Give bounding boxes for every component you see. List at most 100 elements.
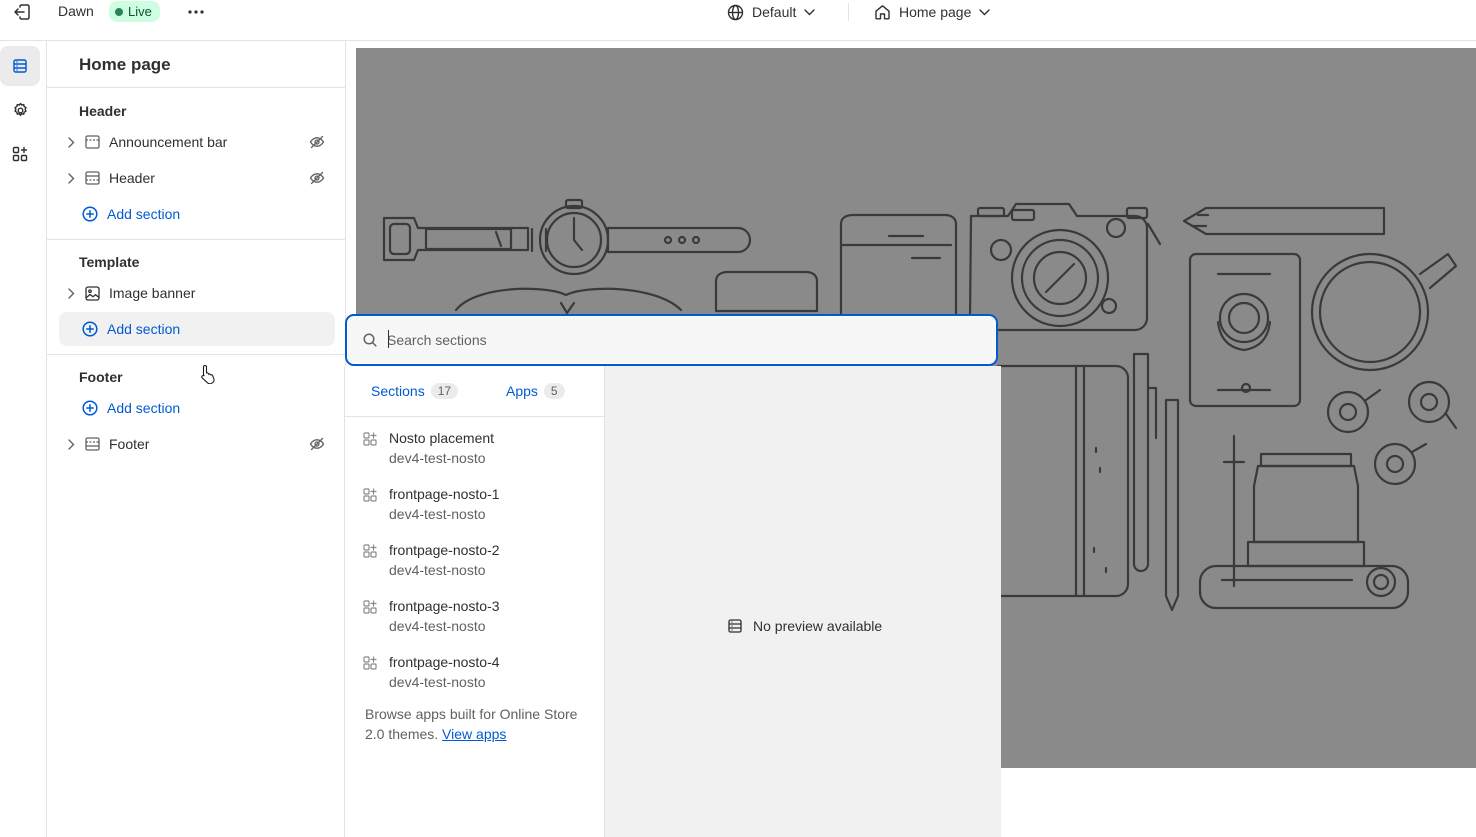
app-block-icon <box>363 656 377 670</box>
chevron-down-icon <box>804 8 816 16</box>
chevron-right-icon[interactable] <box>61 438 81 450</box>
more-horizontal-icon <box>188 10 204 14</box>
list-item[interactable]: Nosto placement dev4-test-nosto <box>361 430 593 480</box>
list-item[interactable]: frontpage-nosto-1 dev4-test-nosto <box>361 486 593 536</box>
eye-hidden-icon[interactable] <box>307 437 327 451</box>
chevron-right-icon[interactable] <box>61 136 81 148</box>
section-picker: Sections 17 Apps 5 Nosto placement dev4-… <box>344 366 1001 837</box>
count-badge: 5 <box>543 383 565 399</box>
add-section-label: Add section <box>107 206 181 222</box>
plus-circle-icon <box>79 400 101 416</box>
topbar-divider <box>848 3 849 21</box>
section-row-label: Announcement bar <box>109 134 228 150</box>
sections-icon <box>12 58 28 74</box>
search-input[interactable] <box>387 328 977 352</box>
apps-icon <box>12 146 28 162</box>
add-section-label: Add section <box>107 400 181 416</box>
add-section-button-footer[interactable]: Add section <box>59 391 335 425</box>
tab-sections[interactable]: Sections 17 <box>371 383 459 399</box>
item-name: frontpage-nosto-2 <box>389 542 500 558</box>
no-preview-label: No preview available <box>753 618 883 634</box>
context-selector[interactable]: Default <box>727 1 816 23</box>
plus-circle-icon <box>79 206 101 222</box>
item-name: Nosto placement <box>389 430 495 446</box>
item-name: frontpage-nosto-1 <box>389 486 500 502</box>
more-actions-button[interactable] <box>184 1 208 23</box>
apps-nav-button[interactable] <box>0 134 40 174</box>
tab-apps[interactable]: Apps 5 <box>506 383 565 399</box>
browse-apps-text: Browse apps built for Online Store 2.0 t… <box>365 704 590 744</box>
picker-tabs: Sections 17 Apps 5 <box>345 366 605 417</box>
item-source: dev4-test-nosto <box>389 450 486 466</box>
add-section-button-template[interactable]: Add section <box>59 312 335 346</box>
list-item[interactable]: frontpage-nosto-2 dev4-test-nosto <box>361 542 593 592</box>
tab-label: Sections <box>371 383 425 399</box>
image-icon <box>81 285 103 301</box>
section-layout-icon <box>81 135 103 149</box>
nav-rail <box>0 41 47 837</box>
plus-circle-icon <box>79 321 101 337</box>
group-title-footer: Footer <box>79 369 123 385</box>
item-name: frontpage-nosto-3 <box>389 598 500 614</box>
section-layout-icon <box>81 437 103 451</box>
eye-hidden-icon[interactable] <box>307 171 327 185</box>
no-preview-message: No preview available <box>727 618 882 634</box>
section-row-footer[interactable]: Footer <box>59 427 335 461</box>
section-preview-pane: No preview available <box>605 366 1001 837</box>
section-layout-icon <box>727 618 743 634</box>
app-block-icon <box>363 544 377 558</box>
hand-cursor-icon <box>200 364 216 384</box>
group-title-header: Header <box>79 103 127 119</box>
add-section-button-header[interactable]: Add section <box>59 197 335 231</box>
divider <box>47 354 346 355</box>
section-list: Sections 17 Apps 5 Nosto placement dev4-… <box>345 366 605 837</box>
eye-hidden-icon[interactable] <box>307 135 327 149</box>
text-caret <box>388 330 389 348</box>
item-source: dev4-test-nosto <box>389 562 486 578</box>
section-row-image-banner[interactable]: Image banner <box>59 276 335 310</box>
app-block-icon <box>363 432 377 446</box>
settings-nav-button[interactable] <box>0 90 40 130</box>
section-row-announcement-bar[interactable]: Announcement bar <box>59 125 335 159</box>
app-block-icon <box>363 600 377 614</box>
home-icon <box>874 4 891 20</box>
gear-icon <box>12 102 29 119</box>
section-layout-icon <box>81 171 103 185</box>
group-title-template: Template <box>79 254 140 270</box>
live-dot-icon <box>115 7 123 16</box>
top-bar: Dawn Live Default Home page <box>0 0 1476 41</box>
globe-icon <box>727 4 744 21</box>
chevron-right-icon[interactable] <box>61 287 81 299</box>
status-badge: Live <box>109 1 160 22</box>
section-row-label: Header <box>109 170 155 186</box>
status-badge-label: Live <box>128 4 152 19</box>
search-icon <box>363 333 377 347</box>
sections-sidebar: Home page Header Announcement bar Header… <box>47 41 346 837</box>
list-item[interactable]: frontpage-nosto-3 dev4-test-nosto <box>361 598 593 648</box>
theme-name: Dawn <box>58 3 94 19</box>
section-search-field[interactable] <box>345 314 998 366</box>
item-source: dev4-test-nosto <box>389 674 486 690</box>
exit-icon <box>13 4 31 20</box>
divider <box>47 87 346 88</box>
divider <box>47 239 346 240</box>
view-apps-link[interactable]: View apps <box>442 726 506 742</box>
tab-label: Apps <box>506 383 538 399</box>
chevron-down-icon <box>979 8 991 16</box>
page-title: Home page <box>79 55 171 74</box>
count-badge: 17 <box>430 383 459 399</box>
add-section-label: Add section <box>107 321 181 337</box>
list-item[interactable]: frontpage-nosto-4 dev4-test-nosto <box>361 654 593 704</box>
page-selector[interactable]: Home page <box>874 1 991 23</box>
page-selector-label: Home page <box>899 4 972 20</box>
chevron-right-icon[interactable] <box>61 172 81 184</box>
exit-button[interactable] <box>10 2 34 22</box>
section-row-label: Footer <box>109 436 150 452</box>
sections-nav-button[interactable] <box>0 46 40 86</box>
item-source: dev4-test-nosto <box>389 618 486 634</box>
item-name: frontpage-nosto-4 <box>389 654 500 670</box>
section-row-label: Image banner <box>109 285 196 301</box>
app-block-icon <box>363 488 377 502</box>
section-row-header[interactable]: Header <box>59 161 335 195</box>
item-source: dev4-test-nosto <box>389 506 486 522</box>
